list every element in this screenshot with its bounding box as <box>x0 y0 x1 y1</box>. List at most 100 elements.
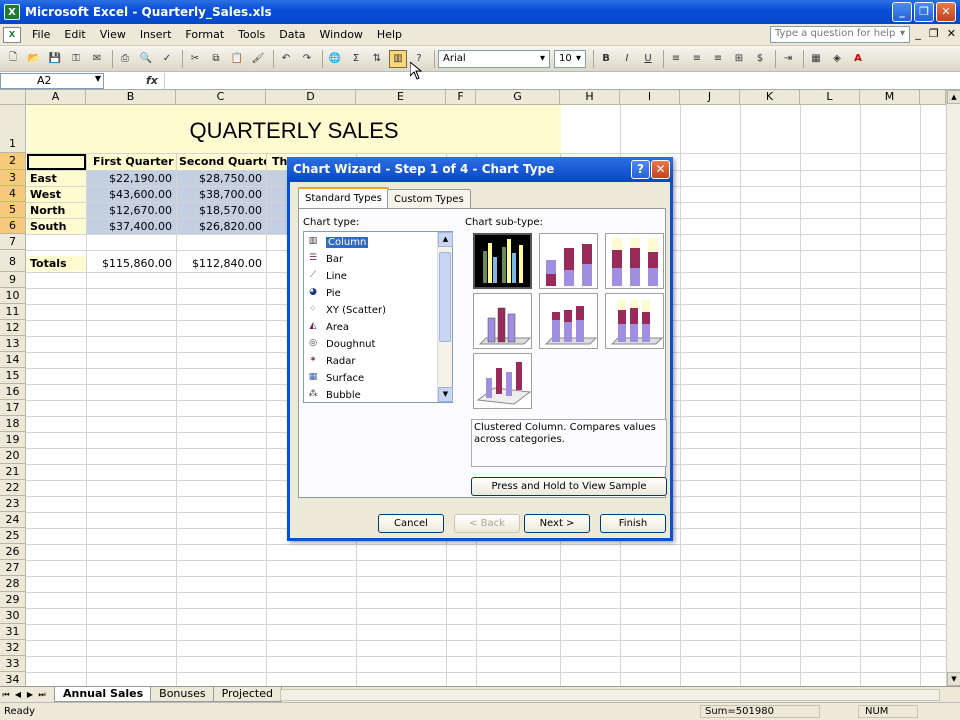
menu-window[interactable]: Window <box>313 28 370 41</box>
row-header-25[interactable]: 25 <box>0 528 26 544</box>
scroll-thumb[interactable] <box>439 252 451 342</box>
header-second-quarter[interactable]: Second Quarter <box>177 154 266 170</box>
north-q1[interactable]: $12,670.00 <box>87 203 176 218</box>
bold-icon[interactable]: B <box>597 50 615 68</box>
row-header-5[interactable]: 5 <box>0 202 26 218</box>
column-header-n[interactable] <box>920 90 946 105</box>
permission-icon[interactable]: ⚿ <box>67 50 85 68</box>
chart-type-column[interactable]: ▥ Column <box>306 234 434 250</box>
row-header-33[interactable]: 33 <box>0 656 26 672</box>
sheet-tab-annual-sales[interactable]: Annual Sales <box>54 687 153 702</box>
row-header-2[interactable]: 2 <box>0 153 26 170</box>
row-header-27[interactable]: 27 <box>0 560 26 576</box>
restore-workbook-icon[interactable]: ❐ <box>929 27 939 40</box>
column-header-i[interactable]: I <box>620 90 680 105</box>
dialog-title[interactable]: Chart Wizard - Step 1 of 4 - Chart Type <box>287 157 673 182</box>
indent-icon[interactable]: ⇥ <box>779 50 797 68</box>
chart-type-area[interactable]: ◭ Area <box>306 319 434 335</box>
font-size-select[interactable]: 10 ▾ <box>554 49 586 68</box>
subtype-100-stacked-column[interactable] <box>605 233 664 289</box>
next-button[interactable]: Next > <box>524 514 590 533</box>
finish-button[interactable]: Finish <box>600 514 666 533</box>
scroll-up-icon[interactable]: ▲ <box>947 90 960 104</box>
align-center-icon[interactable]: ≡ <box>688 50 706 68</box>
row-header-31[interactable]: 31 <box>0 624 26 640</box>
print-icon[interactable]: ⎙ <box>116 50 134 68</box>
insert-function-icon[interactable]: fx <box>146 74 158 87</box>
row-header-26[interactable]: 26 <box>0 544 26 560</box>
row-header-10[interactable]: 10 <box>0 288 26 304</box>
last-sheet-icon[interactable]: ⏭ <box>36 690 48 700</box>
north-q2[interactable]: $18,570.00 <box>177 203 266 218</box>
north-q3[interactable] <box>267 203 287 218</box>
row-header-4[interactable]: 4 <box>0 186 26 202</box>
chevron-down-icon[interactable]: ▾ <box>900 28 905 41</box>
scroll-down-icon[interactable]: ▼ <box>947 672 960 686</box>
row-header-28[interactable]: 28 <box>0 576 26 592</box>
undo-icon[interactable]: ↶ <box>277 50 295 68</box>
align-left-icon[interactable]: ≡ <box>667 50 685 68</box>
row-header-23[interactable]: 23 <box>0 496 26 512</box>
fill-color-icon[interactable]: ◈ <box>828 50 846 68</box>
vertical-scrollbar[interactable]: ▲ ▼ <box>946 90 960 686</box>
autosum-icon[interactable]: Σ <box>347 50 365 68</box>
region-north[interactable]: North <box>27 203 86 218</box>
subtype-3d-stacked-column[interactable] <box>539 293 598 349</box>
print-preview-icon[interactable]: 🔍 <box>137 50 155 68</box>
totals-q1[interactable]: $115,860.00 <box>87 256 176 271</box>
row-header-19[interactable]: 19 <box>0 432 26 448</box>
sort-ascending-icon[interactable]: ⇅ <box>368 50 386 68</box>
cancel-button[interactable]: Cancel <box>378 514 444 533</box>
column-header-l[interactable]: L <box>800 90 860 105</box>
row-header-11[interactable]: 11 <box>0 304 26 320</box>
row-header-7[interactable]: 7 <box>0 234 26 250</box>
cut-icon[interactable]: ✂ <box>186 50 204 68</box>
formula-input[interactable] <box>163 72 960 89</box>
hyperlink-icon[interactable]: 🌐 <box>326 50 344 68</box>
menu-insert[interactable]: Insert <box>133 28 179 41</box>
merge-center-icon[interactable]: ⊞ <box>730 50 748 68</box>
help-icon[interactable]: ? <box>631 160 650 179</box>
back-button[interactable]: < Back <box>454 514 520 533</box>
east-q3[interactable] <box>267 171 287 186</box>
column-header-m[interactable]: M <box>860 90 920 105</box>
row-header-34[interactable]: 34 <box>0 672 26 686</box>
chart-type-line[interactable]: ⟋ Line <box>306 268 434 284</box>
column-header-a[interactable]: A <box>26 90 86 105</box>
row-header-30[interactable]: 30 <box>0 608 26 624</box>
region-west[interactable]: West <box>27 187 86 202</box>
chart-type-scatter[interactable]: ⁘ XY (Scatter) <box>306 302 434 318</box>
column-header-f[interactable]: F <box>446 90 476 105</box>
tab-custom-types[interactable]: Custom Types <box>387 189 471 209</box>
close-workbook-icon[interactable]: ✕ <box>947 27 956 40</box>
name-box[interactable]: A2 ▼ <box>0 72 104 89</box>
save-icon[interactable]: 💾 <box>46 50 64 68</box>
borders-icon[interactable]: ▦ <box>807 50 825 68</box>
menu-format[interactable]: Format <box>178 28 231 41</box>
west-q2[interactable]: $38,700.00 <box>177 187 266 202</box>
east-q1[interactable]: $22,190.00 <box>87 171 176 186</box>
next-sheet-icon[interactable]: ▶ <box>24 690 36 699</box>
scroll-up-icon[interactable]: ▲ <box>438 232 453 247</box>
format-painter-icon[interactable]: 🖌 <box>249 50 267 68</box>
subtype-3d-100-stacked-column[interactable] <box>605 293 664 349</box>
column-header-g[interactable]: G <box>476 90 560 105</box>
email-icon[interactable]: ✉ <box>88 50 106 68</box>
row-header-1[interactable]: 1 <box>0 105 26 153</box>
menu-data[interactable]: Data <box>272 28 312 41</box>
row-header-6[interactable]: 6 <box>0 218 26 234</box>
menu-file[interactable]: File <box>25 28 57 41</box>
chevron-down-icon[interactable]: ▼ <box>95 74 101 83</box>
restore-icon[interactable]: ❐ <box>914 2 934 22</box>
font-name-select[interactable]: Arial ▾ <box>438 49 550 68</box>
underline-icon[interactable]: U <box>639 50 657 68</box>
row-header-20[interactable]: 20 <box>0 448 26 464</box>
column-header-d[interactable]: D <box>266 90 356 105</box>
chart-type-radar[interactable]: ✶ Radar <box>306 353 434 369</box>
workbook-icon[interactable]: X <box>3 26 21 43</box>
horizontal-scrollbar[interactable] <box>280 689 940 701</box>
copy-icon[interactable]: ⧉ <box>207 50 225 68</box>
chart-type-list[interactable]: ▥ Column ☰ Bar ⟋ Line ◕ Pie ⁘ XY (Scatter) ◭ A… <box>303 231 453 403</box>
sheet-tab-projected[interactable]: Projected <box>212 687 282 702</box>
row-header-22[interactable]: 22 <box>0 480 26 496</box>
